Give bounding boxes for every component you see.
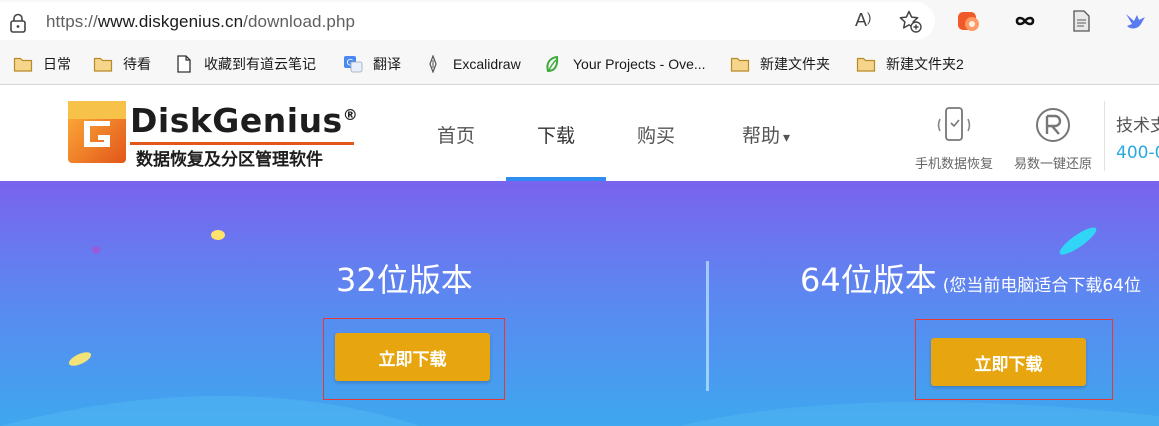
read-aloud-icon[interactable]: A) bbox=[855, 10, 871, 31]
folder-icon bbox=[856, 57, 876, 72]
lock-icon[interactable] bbox=[9, 13, 27, 33]
read-aloud-label: A bbox=[855, 10, 868, 30]
diskgenius-logo[interactable]: DiskGenius® 数据恢复及分区管理软件 bbox=[66, 99, 366, 170]
download-hero: 32位版本 64位版本 (您当前电脑适合下载64位 立即下载 立即下载 bbox=[0, 181, 1159, 426]
tool-label: 易数一键还原 bbox=[1013, 157, 1092, 172]
logo-tagline: 数据恢复及分区管理软件 bbox=[136, 150, 323, 170]
url-prefix: https:// bbox=[46, 12, 98, 31]
bookmarks-bar: 日常 待看 收藏到有道云笔记 G 翻译 Excalidraw Your Proj… bbox=[0, 44, 1159, 85]
page-icon bbox=[177, 55, 191, 73]
folder-icon bbox=[730, 57, 750, 72]
bookmark-label: 收藏到有道云笔记 bbox=[204, 56, 316, 72]
bookmark-translate[interactable]: G 翻译 bbox=[343, 53, 401, 75]
version-64-recommendation: (您当前电脑适合下载64位 bbox=[942, 276, 1141, 296]
excalidraw-icon bbox=[429, 55, 437, 73]
bookmark-label: 新建文件夹 bbox=[760, 56, 830, 72]
bookmark-folder-daily[interactable]: 日常 bbox=[13, 53, 71, 75]
add-favorite-icon[interactable] bbox=[898, 9, 922, 33]
bookmark-label: 日常 bbox=[43, 56, 71, 72]
bookmark-label: Excalidraw bbox=[453, 56, 521, 72]
infinity-icon[interactable] bbox=[1012, 8, 1038, 34]
browser-toolbar: https://www.diskgenius.cn/download.php A… bbox=[0, 0, 1159, 44]
support-phone[interactable]: 400-0 bbox=[1116, 143, 1159, 163]
disk-logo-icon bbox=[68, 101, 126, 163]
bookmark-folder-new-2[interactable]: 新建文件夹2 bbox=[856, 53, 964, 75]
translate-icon: G bbox=[344, 56, 363, 73]
header-divider bbox=[1104, 101, 1105, 171]
support-title: 技术支 bbox=[1116, 116, 1159, 136]
bookmark-excalidraw[interactable]: Excalidraw bbox=[423, 53, 521, 75]
bookmark-label: 翻译 bbox=[373, 56, 401, 72]
url-path: /download.php bbox=[243, 12, 356, 31]
leaf-icon bbox=[546, 55, 559, 73]
extension-icon[interactable] bbox=[956, 8, 982, 34]
tool-label: 手机数据恢复 bbox=[914, 157, 993, 172]
phone-recovery-icon bbox=[937, 107, 971, 141]
folder-icon bbox=[93, 57, 113, 72]
download-64-button[interactable]: 立即下载 bbox=[931, 338, 1086, 386]
bookmark-folder-watch-later[interactable]: 待看 bbox=[93, 53, 151, 75]
url-text[interactable]: https://www.diskgenius.cn/download.php bbox=[46, 12, 355, 32]
version-64-title: 64位版本 (您当前电脑适合下载64位 bbox=[800, 255, 1141, 301]
nav-help[interactable]: 帮助 ▾ bbox=[742, 121, 790, 148]
restore-icon bbox=[1036, 108, 1070, 142]
nav-home[interactable]: 首页 bbox=[437, 121, 475, 148]
bookmark-youdao[interactable]: 收藏到有道云笔记 bbox=[174, 53, 316, 75]
nav-help-label: 帮助 bbox=[742, 125, 781, 147]
logo-name: DiskGenius bbox=[130, 101, 343, 140]
download-32-button[interactable]: 立即下载 bbox=[335, 333, 490, 381]
nav-buy[interactable]: 购买 bbox=[637, 121, 675, 148]
url-host: www.diskgenius.cn bbox=[97, 12, 244, 31]
tool-restore[interactable]: 易数一键还原 bbox=[1003, 105, 1103, 172]
tool-phone-recovery[interactable]: 手机数据恢复 bbox=[904, 105, 1004, 172]
folder-icon bbox=[13, 57, 33, 72]
bookmark-label: Your Projects - Ove... bbox=[573, 56, 706, 72]
bird-extension-icon[interactable] bbox=[1122, 8, 1148, 34]
chevron-down-icon: ▾ bbox=[783, 130, 791, 146]
version-64-label: 64位版本 bbox=[800, 261, 937, 299]
logo-registered: ® bbox=[342, 106, 359, 124]
site-header: DiskGenius® 数据恢复及分区管理软件 首页 下载 购买 帮助 ▾ 手机数… bbox=[0, 85, 1159, 181]
reading-list-icon[interactable] bbox=[1068, 8, 1094, 34]
version-32-title: 32位版本 bbox=[336, 261, 473, 299]
bookmark-your-projects[interactable]: Your Projects - Ove... bbox=[543, 53, 706, 75]
bookmark-label: 新建文件夹2 bbox=[886, 56, 964, 72]
bookmark-folder-new[interactable]: 新建文件夹 bbox=[730, 53, 830, 75]
bookmark-label: 待看 bbox=[123, 56, 151, 72]
address-bar[interactable]: https://www.diskgenius.cn/download.php bbox=[0, 2, 935, 40]
nav-download[interactable]: 下载 bbox=[537, 121, 575, 148]
